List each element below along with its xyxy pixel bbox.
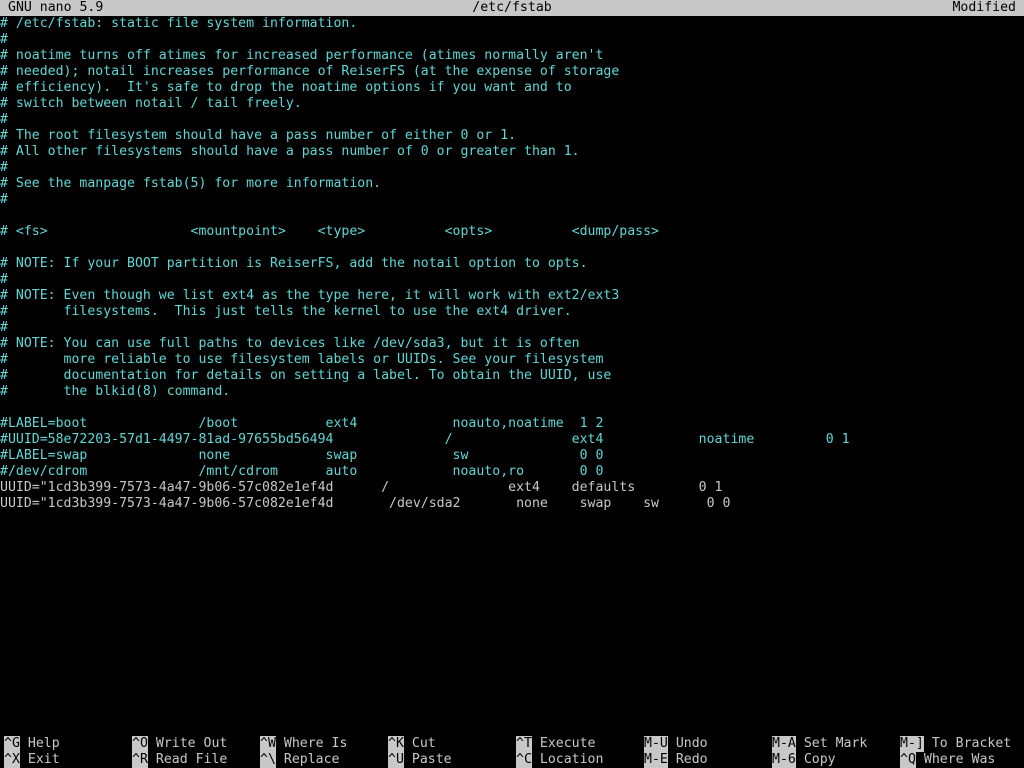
comment-line: # NOTE: If your BOOT partition is Reiser… xyxy=(0,256,588,271)
shortcut-key: ^X xyxy=(4,752,20,768)
comment-line: # /etc/fstab: static file system informa… xyxy=(0,16,358,31)
shortcut-label: To Bracket xyxy=(931,736,1012,751)
shortcut-label: Undo xyxy=(675,736,708,751)
comment-line: # filesystems. This just tells the kerne… xyxy=(0,304,572,319)
comment-line: # xyxy=(0,320,8,335)
shortcut-key: ^O xyxy=(132,736,148,752)
shortcut-label: Cut xyxy=(411,736,436,751)
shortcut-key: ^K xyxy=(388,736,404,752)
title-bar: GNU nano 5.9 /etc/fstab Modified xyxy=(0,0,1024,16)
comment-line: # See the manpage fstab(5) for more info… xyxy=(0,176,382,191)
shortcut-label: Replace xyxy=(283,752,340,767)
shortcut-key: M-A xyxy=(772,736,796,752)
shortcut-label: Execute xyxy=(539,736,596,751)
shortcut-key: ^U xyxy=(388,752,404,768)
comment-line: #/dev/cdrom /mnt/cdrom auto noauto,ro 0 … xyxy=(0,464,604,479)
shortcut-undo[interactable]: M-U Undo xyxy=(644,736,708,752)
comment-line: # documentation for details on setting a… xyxy=(0,368,612,383)
shortcut-label: Where Was xyxy=(923,752,996,767)
shortcut-redo[interactable]: M-E Redo xyxy=(644,752,708,768)
comment-line: # All other filesystems should have a pa… xyxy=(0,144,580,159)
comment-line: # NOTE: You can use full paths to device… xyxy=(0,336,580,351)
fstab-entry-line: UUID="1cd3b399-7573-4a47-9b06-57c082e1ef… xyxy=(0,480,723,495)
comment-line: # xyxy=(0,112,8,127)
shortcut-key: ^Q xyxy=(900,752,916,768)
shortcut-key: M-] xyxy=(900,736,924,752)
shortcut-key: ^R xyxy=(132,752,148,768)
shortcut-label: Read File xyxy=(155,752,228,767)
comment-line: # noatime turns off atimes for increased… xyxy=(0,48,604,63)
comment-line: # more reliable to use filesystem labels… xyxy=(0,352,604,367)
shortcut-set-mark[interactable]: M-A Set Mark xyxy=(772,736,867,752)
shortcut-execute[interactable]: ^T Execute xyxy=(516,736,595,752)
comment-line: #LABEL=swap none swap sw 0 0 xyxy=(0,448,604,463)
shortcut-to-bracket[interactable]: M-] To Bracket xyxy=(900,736,1011,752)
shortcut-key: M-6 xyxy=(772,752,796,768)
shortcut-paste[interactable]: ^U Paste xyxy=(388,752,452,768)
shortcut-key: M-E xyxy=(644,752,668,768)
shortcut-label: Copy xyxy=(803,752,836,767)
shortcut-label: Where Is xyxy=(283,736,348,751)
comment-line: # The root filesystem should have a pass… xyxy=(0,128,517,143)
shortcut-key: ^\ xyxy=(260,752,276,768)
shortcut-location[interactable]: ^C Location xyxy=(516,752,603,768)
shortcut-key: ^G xyxy=(4,736,20,752)
shortcut-bar: ^G Help ^O Write Out ^W Where Is ^K Cut ^T Execut… xyxy=(0,736,1024,768)
comment-line: # switch between notail / tail freely. xyxy=(0,96,302,111)
comment-line: # NOTE: Even though we list ext4 as the … xyxy=(0,288,620,303)
comment-line: # xyxy=(0,272,8,287)
comment-line: #UUID=58e72203-57d1-4497-81ad-97655bd564… xyxy=(0,432,850,447)
comment-line: # xyxy=(0,192,8,207)
shortcut-label: Write Out xyxy=(155,736,228,751)
comment-line: # efficiency). It's safe to drop the noa… xyxy=(0,80,572,95)
comment-line: # xyxy=(0,32,8,47)
shortcut-label: Exit xyxy=(27,752,60,767)
shortcut-key: ^T xyxy=(516,736,532,752)
shortcut-key: M-U xyxy=(644,736,668,752)
shortcut-write-out[interactable]: ^O Write Out xyxy=(132,736,227,752)
comment-line: # the blkid(8) command. xyxy=(0,384,231,399)
comment-line: # xyxy=(0,160,8,175)
file-name: /etc/fstab xyxy=(472,0,552,15)
shortcut-replace[interactable]: ^\ Replace xyxy=(260,752,339,768)
comment-line: # <fs> <mountpoint> <type> <opts> <dump/… xyxy=(0,224,659,239)
shortcut-label: Redo xyxy=(675,752,708,767)
shortcut-copy[interactable]: M-6 Copy xyxy=(772,752,836,768)
comment-line: # needed); notail increases performance … xyxy=(0,64,620,79)
shortcut-exit[interactable]: ^X Exit xyxy=(4,752,60,768)
shortcut-label: Location xyxy=(539,752,604,767)
editor-text-area[interactable]: # /etc/fstab: static file system informa… xyxy=(0,16,1024,720)
modified-status: Modified xyxy=(952,0,1016,15)
fstab-entry-line: UUID="1cd3b399-7573-4a47-9b06-57c082e1ef… xyxy=(0,496,731,511)
comment-line: #LABEL=boot /boot ext4 noauto,noatime 1 … xyxy=(0,416,604,431)
shortcut-key: ^C xyxy=(516,752,532,768)
shortcut-key: ^W xyxy=(260,736,276,752)
shortcut-help[interactable]: ^G Help xyxy=(4,736,60,752)
shortcut-read-file[interactable]: ^R Read File xyxy=(132,752,227,768)
shortcut-where-was[interactable]: ^Q Where Was xyxy=(900,752,995,768)
shortcut-label: Set Mark xyxy=(803,736,868,751)
shortcut-label: Paste xyxy=(411,752,452,767)
shortcut-label: Help xyxy=(27,736,60,751)
shortcut-cut[interactable]: ^K Cut xyxy=(388,736,436,752)
shortcut-where-is[interactable]: ^W Where Is xyxy=(260,736,347,752)
